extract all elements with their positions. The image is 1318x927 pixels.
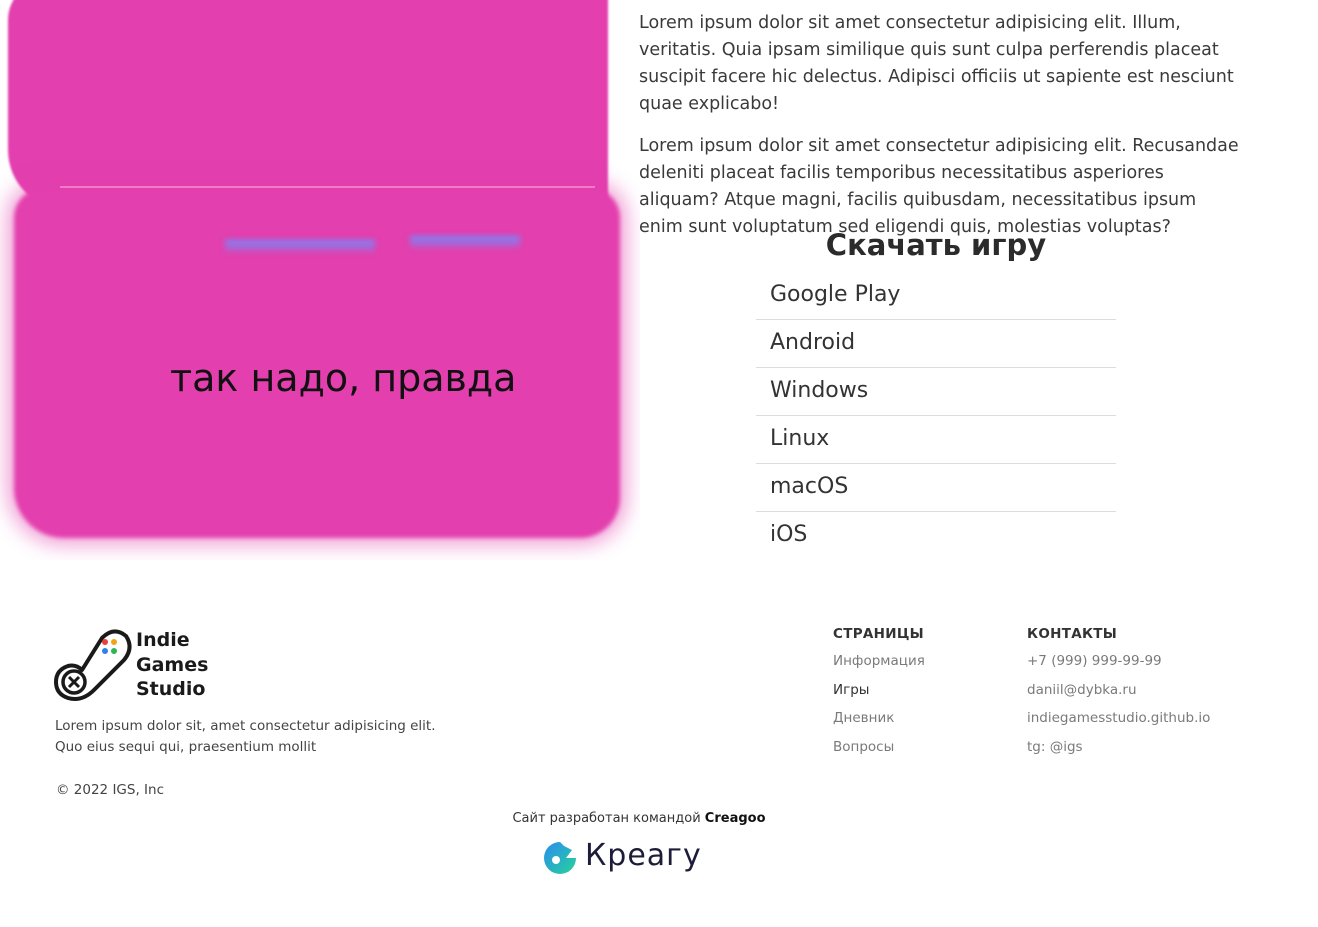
contact-website[interactable]: indiegamesstudio.github.io xyxy=(1027,709,1210,738)
hero-blue-streak xyxy=(225,240,375,254)
download-list: Google Play Android Windows Linux macOS … xyxy=(756,272,1116,560)
contact-phone[interactable]: +7 (999) 999-99-99 xyxy=(1027,652,1210,681)
footer-link-games[interactable]: Игры xyxy=(833,681,925,710)
logo-text[interactable]: Indie Games Studio xyxy=(136,628,208,702)
logo-line: Indie xyxy=(136,629,190,651)
download-title: Скачать игру xyxy=(825,228,1047,262)
hero-image-top xyxy=(8,0,608,210)
credit-name[interactable]: Creagoo xyxy=(705,811,766,826)
article-paragraph: Lorem ipsum dolor sit amet consectetur a… xyxy=(639,136,1239,237)
contacts-heading: КОНТАКТЫ xyxy=(1027,626,1118,642)
copyright: © 2022 IGS, Inc xyxy=(56,782,164,798)
logo-line: Studio xyxy=(136,678,206,700)
contact-email[interactable]: daniil@dybka.ru xyxy=(1027,681,1210,710)
article-text: Lorem ipsum dolor sit amet consectetur a… xyxy=(639,10,1239,256)
footer-link-info[interactable]: Информация xyxy=(833,652,925,681)
download-windows[interactable]: Windows xyxy=(756,368,1116,416)
footer-link-faq[interactable]: Вопросы xyxy=(833,738,925,767)
hero-image: так надо, правда xyxy=(0,0,640,560)
footer-link-diary[interactable]: Дневник xyxy=(833,709,925,738)
hero-blue-streak xyxy=(410,236,520,250)
download-macos[interactable]: macOS xyxy=(756,464,1116,512)
article-paragraph: Lorem ipsum dolor sit amet consectetur a… xyxy=(639,13,1234,114)
footer-description: Lorem ipsum dolor sit, amet consectetur … xyxy=(55,718,436,755)
creagoo-wordmark[interactable]: Креагу xyxy=(585,838,702,873)
hero-caption: так надо, правда xyxy=(170,356,517,400)
logo-line: Games xyxy=(136,653,209,676)
footer-contacts: КОНТАКТЫ +7 (999) 999-99-99 daniil@dybka… xyxy=(1027,626,1210,767)
hero-image-seam xyxy=(60,186,595,188)
footer-pages: СТРАНИЦЫ Информация Игры Дневник Вопросы xyxy=(833,626,925,767)
download-ios[interactable]: iOS xyxy=(756,512,1116,560)
download-android[interactable]: Android xyxy=(756,320,1116,368)
pages-heading: СТРАНИЦЫ xyxy=(833,626,924,642)
download-google-play[interactable]: Google Play xyxy=(756,272,1116,320)
developer-credit: Сайт разработан командой Creagoo xyxy=(0,811,1278,826)
credit-prefix: Сайт разработан командой xyxy=(512,811,701,826)
download-linux[interactable]: Linux xyxy=(756,416,1116,464)
contact-telegram[interactable]: tg: @igs xyxy=(1027,738,1210,767)
